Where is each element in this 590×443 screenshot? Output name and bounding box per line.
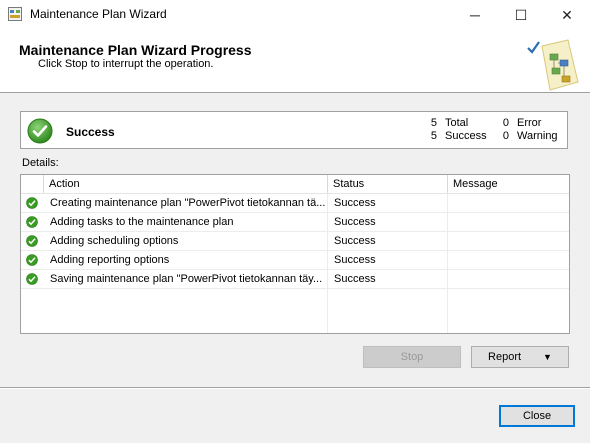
details-label: Details: (22, 157, 59, 169)
warning-count: 0 (502, 130, 509, 142)
window-title: Maintenance Plan Wizard (30, 7, 167, 21)
success-check-icon (27, 118, 53, 144)
column-header-action[interactable]: Action (43, 175, 327, 193)
column-header-status[interactable]: Status (327, 175, 447, 193)
success-icon (26, 216, 38, 228)
column-header-message[interactable]: Message (447, 175, 569, 193)
row-status: Success (334, 254, 376, 266)
page-title: Maintenance Plan Wizard Progress (19, 42, 252, 58)
summary-panel: Success 5 Total 5 Success 0 Error 0 Warn… (20, 111, 568, 149)
close-button[interactable]: Close (499, 405, 575, 427)
maximize-button[interactable]: ☐ (498, 0, 544, 30)
total-count: 5 (430, 117, 437, 129)
row-status: Success (334, 216, 376, 228)
overall-status: Success (66, 125, 115, 139)
success-label: Success (445, 130, 487, 142)
stop-button-label: Stop (400, 351, 424, 363)
success-icon (26, 235, 38, 247)
table-row[interactable]: Adding scheduling options Success (21, 232, 569, 251)
table-row[interactable]: Adding tasks to the maintenance plan Suc… (21, 213, 569, 232)
success-icon (26, 273, 38, 285)
row-message (454, 232, 564, 250)
maximize-icon: ☐ (514, 6, 528, 23)
report-button-label: Report (488, 351, 522, 363)
row-action: Adding reporting options (50, 254, 170, 266)
app-icon (8, 7, 22, 21)
close-icon: ✕ (561, 6, 573, 23)
error-label: Error (517, 117, 542, 129)
row-action: Creating maintenance plan "PowerPivot ti… (50, 197, 325, 209)
chevron-down-icon: ▼ (543, 352, 552, 362)
minimize-button[interactable]: ─ (452, 0, 498, 30)
wizard-header: Maintenance Plan Wizard Progress Click S… (0, 30, 590, 93)
row-action: Saving maintenance plan "PowerPivot tiet… (50, 273, 323, 285)
wizard-banner-icon (527, 39, 579, 91)
row-action: Adding tasks to the maintenance plan (50, 216, 234, 228)
row-message (454, 251, 564, 269)
table-row[interactable]: Adding reporting options Success (21, 251, 569, 270)
details-grid[interactable]: Action Status Message Creating maintenan… (20, 174, 570, 334)
row-message (454, 213, 564, 231)
warning-label: Warning (517, 130, 558, 142)
row-action: Adding scheduling options (50, 235, 179, 247)
success-icon (26, 197, 38, 209)
close-button-label: Close (522, 410, 552, 422)
success-icon (26, 254, 38, 266)
grid-header: Action Status Message (21, 175, 569, 194)
title-bar: Maintenance Plan Wizard ─ ☐ ✕ (0, 0, 590, 30)
stop-button[interactable]: Stop (363, 346, 461, 368)
report-button[interactable]: Report ▼ (471, 346, 569, 368)
success-count: 5 (430, 130, 437, 142)
row-message (454, 270, 564, 288)
minimize-icon: ─ (470, 7, 480, 23)
error-count: 0 (502, 117, 509, 129)
row-status: Success (334, 235, 376, 247)
table-row[interactable]: Creating maintenance plan "PowerPivot ti… (21, 194, 569, 213)
row-status: Success (334, 273, 376, 285)
footer-divider-highlight (0, 388, 590, 389)
row-status: Success (334, 197, 376, 209)
total-label: Total (445, 117, 469, 129)
page-subtitle: Click Stop to interrupt the operation. (38, 58, 214, 70)
table-row[interactable]: Saving maintenance plan "PowerPivot tiet… (21, 270, 569, 289)
close-window-button[interactable]: ✕ (544, 0, 590, 30)
row-message (454, 194, 564, 212)
